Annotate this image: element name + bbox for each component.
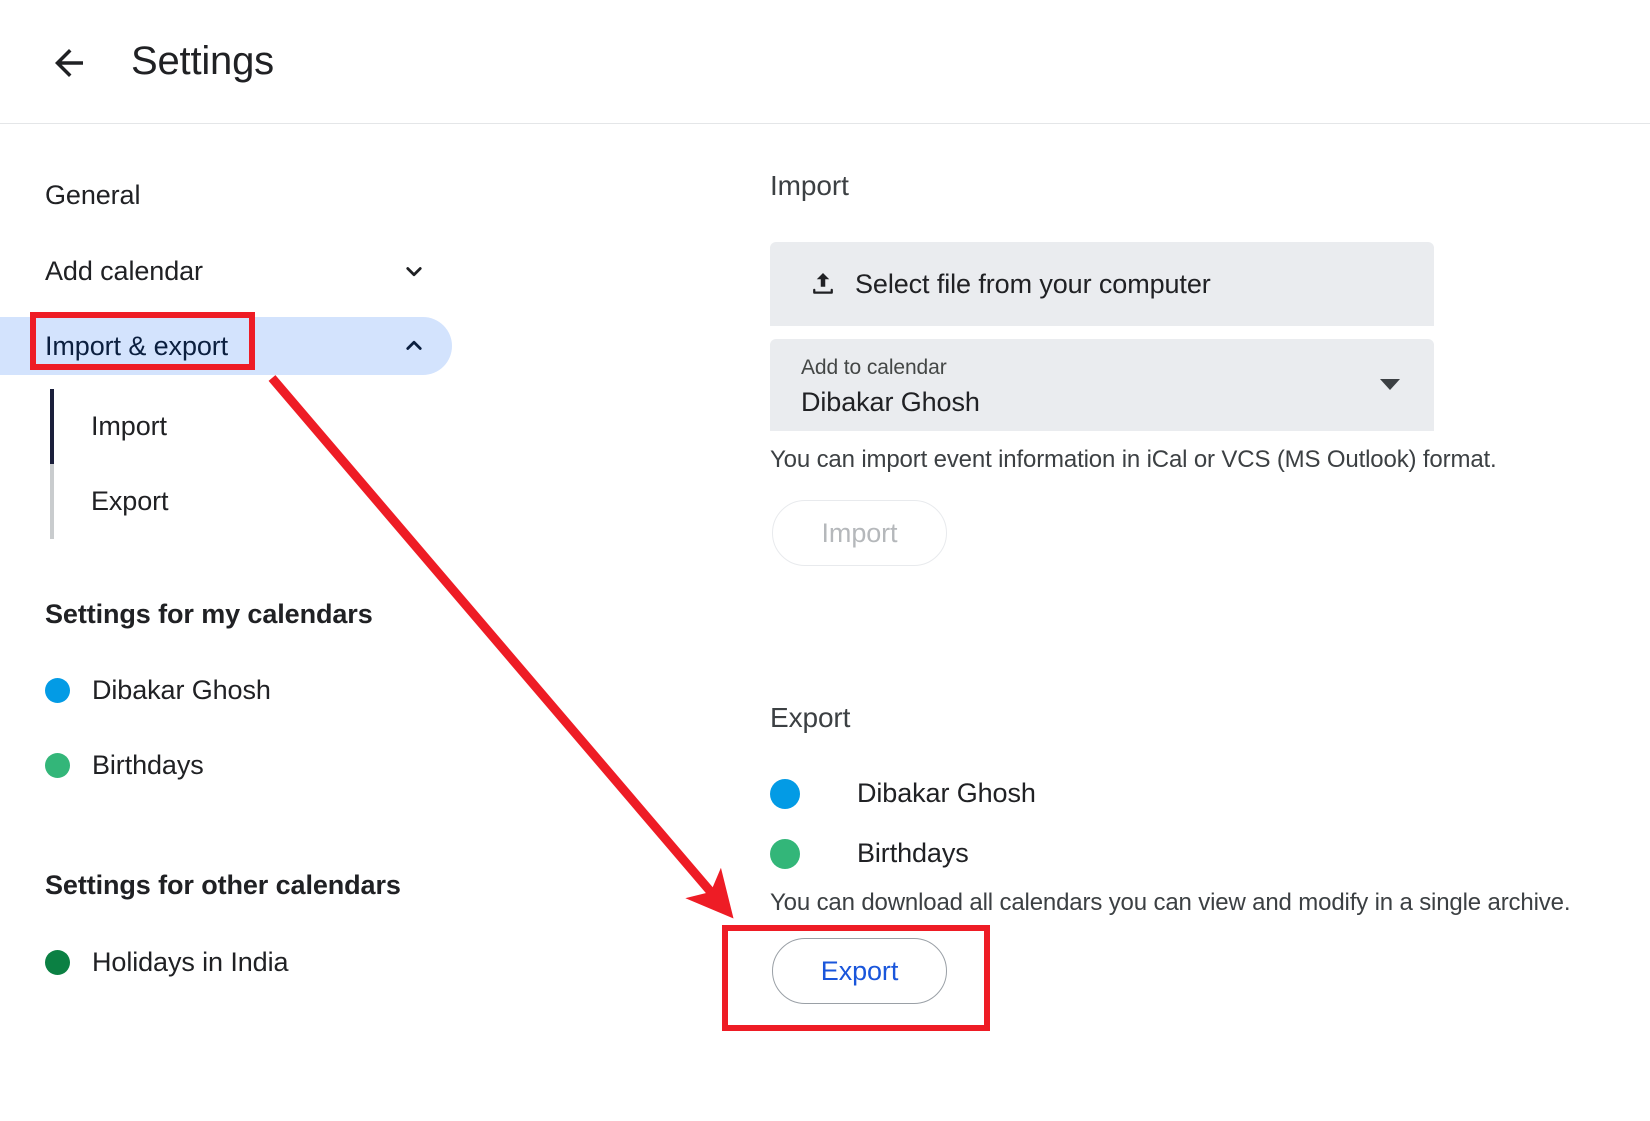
settings-sidebar: General Add calendar Import & export Imp… xyxy=(0,124,700,1121)
add-to-calendar-value: Dibakar Ghosh xyxy=(801,387,980,418)
export-calendar-row: Birthdays xyxy=(770,838,969,869)
page-header: Settings xyxy=(0,0,1650,124)
select-file-button[interactable]: Select file from your computer xyxy=(770,242,1434,326)
sidebar-subitem-list: Import Export xyxy=(0,389,452,539)
calendar-name: Birthdays xyxy=(857,838,969,869)
sidebar-item-label: Add calendar xyxy=(45,256,203,287)
sidebar-item-add-calendar[interactable]: Add calendar xyxy=(0,242,452,300)
calendar-name: Birthdays xyxy=(92,750,204,781)
import-helper-text: You can import event information in iCal… xyxy=(770,446,1497,474)
export-calendar-row: Dibakar Ghosh xyxy=(770,778,1036,809)
arrow-left-icon xyxy=(48,42,90,84)
export-button-label: Export xyxy=(821,956,898,987)
import-button-label: Import xyxy=(822,518,898,549)
settings-page: Settings General Add calendar Import & e… xyxy=(0,0,1650,1121)
page-title: Settings xyxy=(131,32,274,90)
calendar-color-dot xyxy=(770,779,800,809)
calendar-color-dot xyxy=(45,678,70,703)
export-button[interactable]: Export xyxy=(772,938,947,1004)
sidebar-subitem-label: Export xyxy=(91,486,168,517)
dropdown-arrow-icon[interactable] xyxy=(1380,379,1400,390)
calendar-color-dot xyxy=(770,839,800,869)
sidebar-item-label: General xyxy=(45,180,140,211)
import-section-title: Import xyxy=(770,170,849,202)
add-to-calendar-label: Add to calendar xyxy=(801,356,947,380)
calendar-name: Holidays in India xyxy=(92,947,288,978)
sidebar-subitem-label: Import xyxy=(91,411,167,442)
sidebar-item-import-export[interactable]: Import & export xyxy=(0,317,452,375)
add-to-calendar-select[interactable]: Add to calendar Dibakar Ghosh xyxy=(770,339,1434,431)
sidebar-item-general[interactable]: General xyxy=(0,166,452,224)
other-calendars-heading: Settings for other calendars xyxy=(45,870,401,901)
my-calendars-heading: Settings for my calendars xyxy=(45,599,373,630)
import-button[interactable]: Import xyxy=(772,500,947,566)
back-button[interactable] xyxy=(42,36,96,90)
sidebar-calendar-row[interactable]: Holidays in India xyxy=(45,947,288,978)
select-file-label: Select file from your computer xyxy=(855,269,1211,300)
calendar-color-dot xyxy=(45,950,70,975)
sidebar-subitem-export[interactable]: Export xyxy=(0,464,452,539)
sidebar-subitem-import[interactable]: Import xyxy=(0,389,452,464)
export-helper-text: You can download all calendars you can v… xyxy=(770,889,1570,917)
calendar-name: Dibakar Ghosh xyxy=(857,778,1036,809)
upload-icon xyxy=(808,268,838,298)
sidebar-calendar-row[interactable]: Dibakar Ghosh xyxy=(45,675,271,706)
active-indicator-bar xyxy=(50,389,54,464)
inactive-indicator-bar xyxy=(50,464,54,539)
sidebar-calendar-row[interactable]: Birthdays xyxy=(45,750,204,781)
chevron-down-icon[interactable] xyxy=(398,255,430,287)
calendar-name: Dibakar Ghosh xyxy=(92,675,271,706)
calendar-color-dot xyxy=(45,753,70,778)
chevron-up-icon[interactable] xyxy=(398,330,430,362)
sidebar-item-label: Import & export xyxy=(45,331,228,362)
export-section-title: Export xyxy=(770,702,850,734)
